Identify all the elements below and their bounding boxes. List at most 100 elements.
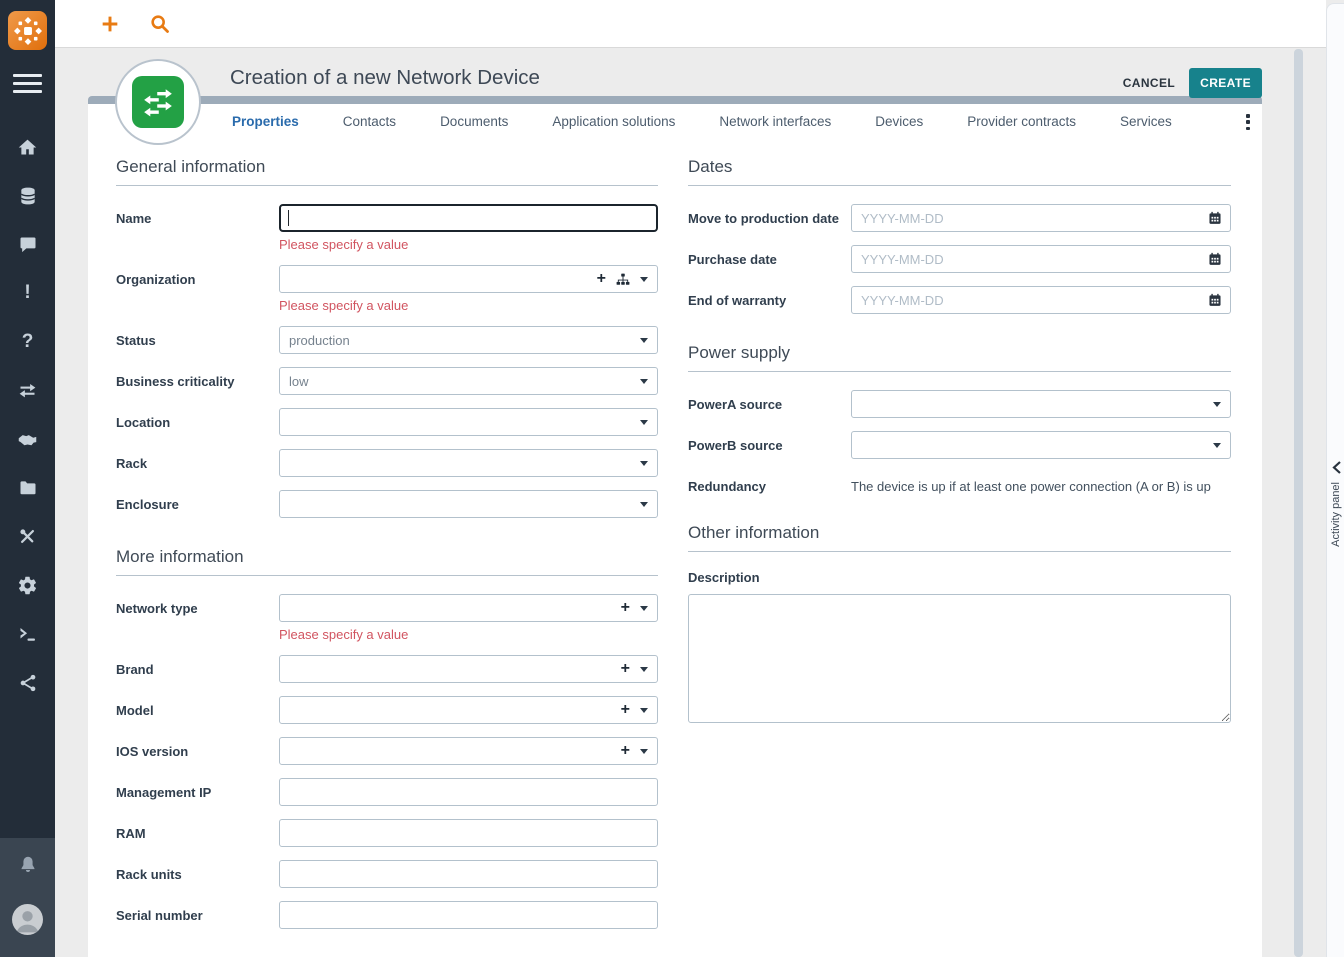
tab-services[interactable]: Services <box>1120 114 1172 129</box>
hamburger-menu-icon[interactable] <box>13 74 42 98</box>
add-icon[interactable]: + <box>597 271 606 287</box>
home-icon <box>17 137 38 158</box>
tools-icon <box>17 526 38 547</box>
tab-application-solutions[interactable]: Application solutions <box>552 114 675 129</box>
chat-icon <box>18 235 38 255</box>
chevron-down-icon <box>640 379 648 384</box>
tab-documents[interactable]: Documents <box>440 114 508 129</box>
section-general-information: General information Name Please specify … <box>116 157 658 518</box>
sidebar-item-help[interactable]: ? <box>0 318 55 367</box>
ram-input[interactable] <box>279 819 658 847</box>
field-serial-number: Serial number <box>116 901 658 929</box>
field-purchase-date: Purchase date <box>688 245 1231 273</box>
status-select[interactable]: production <box>279 326 658 354</box>
powera-source-select[interactable] <box>851 390 1231 418</box>
panel-top-accent <box>88 96 1262 104</box>
ios-version-combo[interactable]: + <box>279 737 658 765</box>
add-icon[interactable]: + <box>621 702 630 718</box>
vertical-scrollbar[interactable] <box>1294 49 1303 957</box>
rack-select[interactable] <box>279 449 658 477</box>
field-ios-version: IOS version + <box>116 737 658 765</box>
header-actions: CANCEL CREATE <box>1140 68 1262 98</box>
section-more-information: More information Network type + Please s… <box>116 547 658 929</box>
kebab-menu-icon[interactable] <box>1240 113 1256 131</box>
section-dates: Dates Move to production date <box>688 157 1231 314</box>
field-powera-source: PowerA source <box>688 390 1231 418</box>
powerb-source-select[interactable] <box>851 431 1231 459</box>
create-button[interactable]: CREATE <box>1189 68 1262 98</box>
add-icon[interactable]: + <box>621 661 630 677</box>
calendar-icon[interactable] <box>1208 293 1222 307</box>
add-icon[interactable]: + <box>621 743 630 759</box>
bell-icon <box>17 854 39 876</box>
chevron-down-icon[interactable] <box>640 667 648 672</box>
field-move-to-production-date: Move to production date <box>688 204 1231 232</box>
cancel-button[interactable]: CANCEL <box>1121 69 1177 97</box>
database-icon <box>18 186 38 206</box>
chevron-down-icon <box>640 420 648 425</box>
chevron-down-icon[interactable] <box>640 708 648 713</box>
description-textarea[interactable] <box>688 594 1231 723</box>
management-ip-input[interactable] <box>279 778 658 806</box>
field-organization: Organization + Please speci <box>116 265 658 313</box>
sidebar-footer <box>0 838 55 957</box>
tab-provider-contracts[interactable]: Provider contracts <box>967 114 1076 129</box>
new-object-button[interactable] <box>97 11 123 37</box>
tab-contacts[interactable]: Contacts <box>343 114 396 129</box>
purchase-date-input[interactable] <box>851 245 1231 273</box>
brand-combo[interactable]: + <box>279 655 658 683</box>
sidebar-item-data[interactable] <box>0 172 55 221</box>
sidebar-item-messages[interactable] <box>0 220 55 269</box>
sidebar-item-documents[interactable] <box>0 464 55 513</box>
enclosure-select[interactable] <box>279 490 658 518</box>
calendar-icon[interactable] <box>1208 211 1222 225</box>
field-rack-units: Rack units <box>116 860 658 888</box>
tab-properties[interactable]: Properties <box>232 114 299 129</box>
field-powerb-source: PowerB source <box>688 431 1231 459</box>
location-select[interactable] <box>279 408 658 436</box>
folder-icon <box>18 478 38 498</box>
section-power-supply: Power supply PowerA source PowerB source <box>688 343 1231 494</box>
itop-logo-icon <box>13 16 43 46</box>
section-title: Power supply <box>688 343 1231 363</box>
share-icon <box>18 673 38 693</box>
sidebar-item-alerts[interactable]: ! <box>0 269 55 318</box>
activity-panel-toggle[interactable]: Activity panel <box>1326 3 1344 957</box>
calendar-icon[interactable] <box>1208 252 1222 266</box>
sidebar-item-console[interactable] <box>0 610 55 659</box>
tab-network-interfaces[interactable]: Network interfaces <box>719 114 831 129</box>
terminal-icon <box>17 624 38 645</box>
serial-number-input[interactable] <box>279 901 658 929</box>
chevron-down-icon[interactable] <box>640 749 648 754</box>
chevron-down-icon[interactable] <box>640 277 648 282</box>
rack-units-input[interactable] <box>279 860 658 888</box>
sidebar-item-services[interactable] <box>0 415 55 464</box>
section-title: Dates <box>688 157 1231 177</box>
move-to-production-date-input[interactable] <box>851 204 1231 232</box>
notifications-button[interactable] <box>0 854 55 876</box>
network-type-combo[interactable]: + <box>279 594 658 622</box>
model-combo[interactable]: + <box>279 696 658 724</box>
field-end-of-warranty: End of warranty <box>688 286 1231 314</box>
validation-error: Please specify a value <box>279 627 658 642</box>
tab-devices[interactable]: Devices <box>875 114 923 129</box>
name-input[interactable] <box>279 204 658 232</box>
field-name: Name Please specify a value <box>116 204 658 252</box>
hierarchy-icon[interactable] <box>616 273 630 286</box>
question-icon: ? <box>22 331 34 353</box>
itop-logo[interactable] <box>8 11 47 50</box>
sidebar-item-home[interactable] <box>0 123 55 172</box>
global-search-button[interactable] <box>147 11 173 37</box>
sidebar-item-links[interactable] <box>0 659 55 708</box>
organization-combo[interactable]: + <box>279 265 658 293</box>
end-of-warranty-input[interactable] <box>851 286 1231 314</box>
user-avatar[interactable] <box>12 904 43 935</box>
sidebar-item-transfers[interactable] <box>0 366 55 415</box>
business-criticality-select[interactable]: low <box>279 367 658 395</box>
sidebar-item-admin-tools[interactable] <box>0 513 55 562</box>
exchange-arrows-icon <box>17 380 38 401</box>
add-icon[interactable]: + <box>621 600 630 616</box>
sidebar-item-configuration[interactable] <box>0 561 55 610</box>
redundancy-value: The device is up if at least one power c… <box>851 472 1231 494</box>
chevron-down-icon[interactable] <box>640 606 648 611</box>
